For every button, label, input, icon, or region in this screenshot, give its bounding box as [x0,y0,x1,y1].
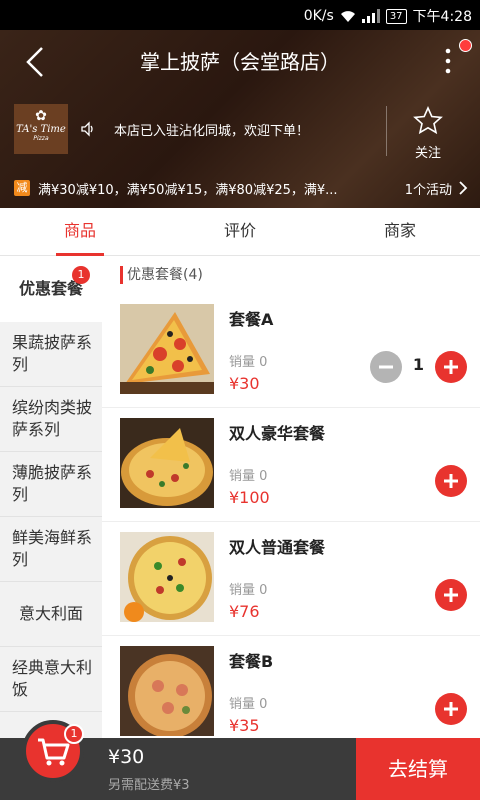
sidebar-item-thin-crust-pizza[interactable]: 薄脆披萨系列 [0,452,102,517]
add-to-cart-button[interactable] [435,579,467,611]
page-title: 掌上披萨（会堂路店） [140,50,340,74]
promo-bar[interactable]: 减 满¥30减¥10，满¥50减¥15，满¥80减¥25，满¥... 1个活动 [0,168,480,208]
pizza-image [120,646,214,736]
pizza-image [120,532,214,622]
sidebar-item-rice[interactable]: 经典意大利饭 [0,647,102,712]
sidebar-item-seafood[interactable]: 鲜美海鲜系列 [0,517,102,582]
tab-bar: 商品 评价 商家 [0,208,480,256]
product-sales: 销量 0 [229,469,268,484]
product-sales: 销量 0 [229,697,268,712]
logo-text-main: TA's Time [16,124,66,135]
discount-badge: 减 [14,180,30,196]
pizza-slice-image [120,304,214,394]
signal-icon [361,9,380,23]
shop-header: 掌上披萨（会堂路店） ✿ TA's Time Pizza 本店已入驻沾化同城，欢… [0,30,480,208]
sidebar-item-label: 鲜美海鲜系列 [12,528,93,569]
product-item[interactable]: 双人普通套餐 销量 0 ¥76 [102,522,480,636]
sidebar-item-label: 缤纷肉类披萨系列 [12,398,93,439]
product-sales: 销量 0 [229,355,268,370]
sidebar-item-label: 薄脆披萨系列 [12,463,93,504]
tab-reviews[interactable]: 评价 [160,208,320,256]
tab-merchant[interactable]: 商家 [320,208,480,256]
tab-products[interactable]: 商品 [0,208,160,256]
product-name: 套餐B [229,652,274,671]
add-to-cart-button[interactable] [435,351,467,383]
logo-text-sub: Pizza [33,135,49,142]
category-sidebar: 优惠套餐 1 果蔬披萨系列 缤纷肉类披萨系列 薄脆披萨系列 鲜美海鲜系列 意大利… [0,256,102,738]
cart-bar: 1 ¥30 另需配送费¥3 去结算 [0,720,480,800]
product-sales: 销量 0 [229,583,268,598]
product-item[interactable]: 套餐A 销量 0 ¥30 1 [102,294,480,408]
network-speed: 0K/s [303,8,334,24]
app-root: 0K/s 37 下午4:28 掌上披萨（会堂路店） ✿ TA's Time Pi… [0,0,480,800]
promo-text: 满¥30减¥10，满¥50减¥15，满¥80减¥25，满¥... [38,182,338,198]
status-right: 0K/s 37 下午4:28 [304,6,472,26]
sidebar-item-label: 意大利面 [18,604,83,623]
sidebar-item-meat-pizza[interactable]: 缤纷肉类披萨系列 [0,387,102,452]
shop-notice: 本店已入驻沾化同城，欢迎下单！ [114,124,310,139]
product-price: ¥30 [229,374,260,393]
sidebar-item-label: 果蔬披萨系列 [12,333,93,374]
product-price: ¥100 [229,488,270,507]
notification-dot [459,39,472,52]
sidebar-item-label: 经典意大利饭 [12,658,93,699]
status-bar: 0K/s 37 下午4:28 [0,0,480,30]
activity-count: 1个活动 [404,182,452,198]
battery-indicator: 37 [385,8,407,24]
logo-symbol-icon: ✿ [35,108,47,124]
sidebar-item-label: 优惠套餐 [18,279,83,298]
decrease-quantity-button[interactable] [370,351,402,383]
follow-label: 关注 [414,146,441,161]
product-list: 优惠套餐(4) 套餐A 销量 0 ¥30 1 双人豪华套餐 销量 0 ¥100 … [102,256,480,738]
more-options-icon[interactable] [438,44,458,78]
add-to-cart-button[interactable] [435,693,467,725]
speaker-icon [81,121,93,137]
sidebar-item-veggie-pizza[interactable]: 果蔬披萨系列 [0,322,102,387]
star-icon [413,106,443,135]
sidebar-item-discount-combos[interactable]: 优惠套餐 1 [0,256,102,322]
product-name: 双人普通套餐 [229,538,326,557]
wifi-icon [340,11,355,22]
pizza-image [120,418,214,508]
cart-count-badge: 1 [64,724,84,744]
quantity-value: 1 [412,355,424,374]
product-item[interactable]: 套餐B 销量 0 ¥35 [102,636,480,738]
delivery-fee-note: 另需配送费¥3 [108,778,190,793]
chevron-right-icon [459,181,468,195]
add-to-cart-button[interactable] [435,465,467,497]
shop-logo: ✿ TA's Time Pizza [14,104,68,154]
product-name: 套餐A [229,310,274,329]
clock: 下午4:28 [412,9,472,25]
checkout-button[interactable]: 去结算 [356,738,480,800]
product-price: ¥35 [229,716,260,735]
sidebar-item-pasta[interactable]: 意大利面 [0,582,102,647]
header-divider [386,106,387,156]
product-price: ¥76 [229,602,260,621]
product-name: 双人豪华套餐 [229,424,326,443]
follow-button[interactable]: 关注 [400,106,456,161]
cart-total: ¥30 [108,746,145,768]
section-title: 优惠套餐(4) [120,266,203,284]
category-count-badge: 1 [72,266,90,284]
product-item[interactable]: 双人豪华套餐 销量 0 ¥100 [102,408,480,522]
